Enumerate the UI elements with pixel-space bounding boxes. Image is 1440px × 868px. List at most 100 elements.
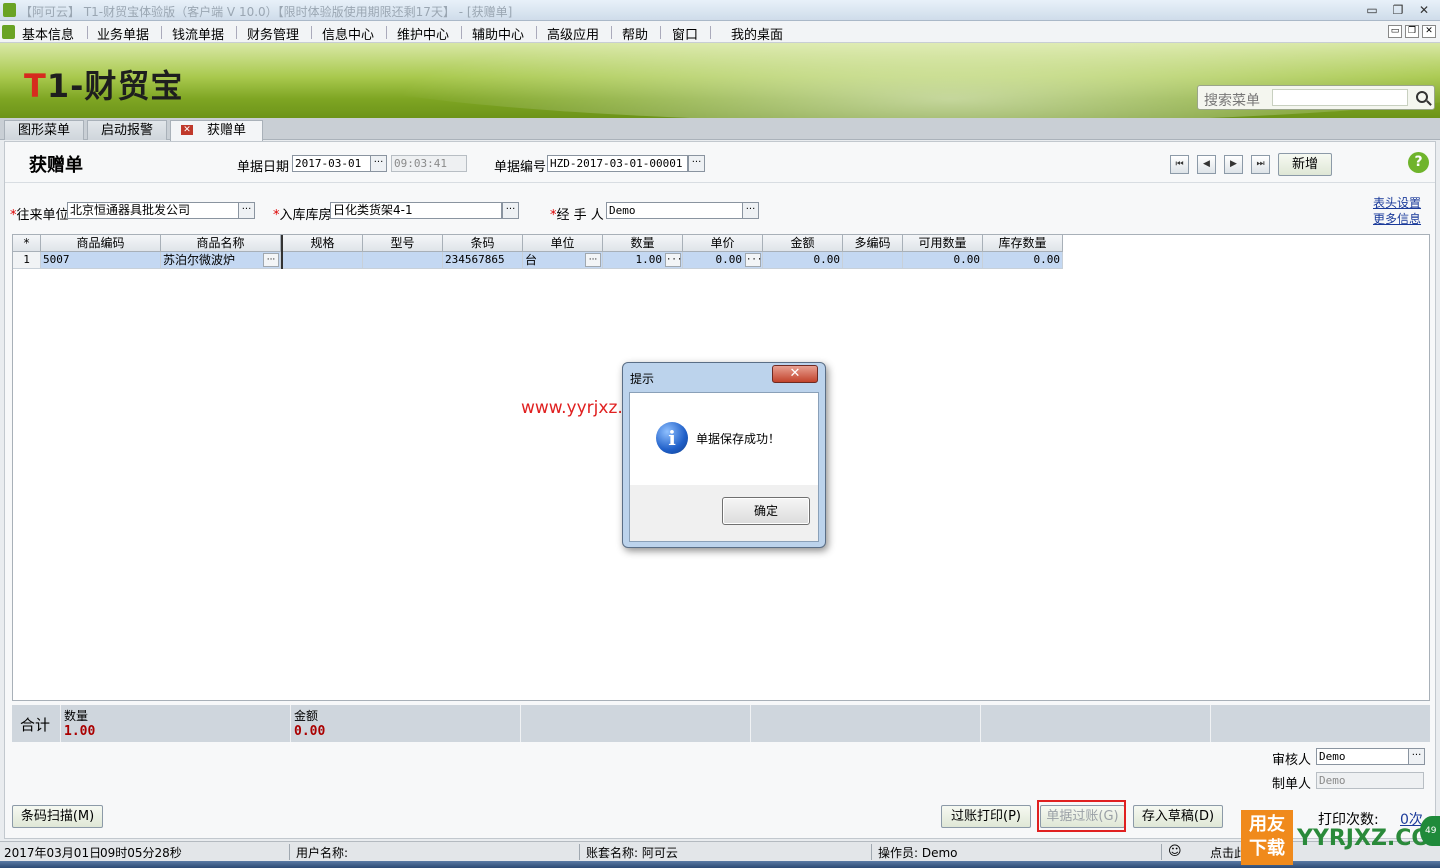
time-field: 09:03:41 [391, 155, 467, 172]
totals-empty-cell [981, 705, 1211, 742]
grid-corner: * [13, 235, 41, 252]
menu-cashflow-docs[interactable]: 钱流单据 [172, 24, 224, 43]
col-header-amount[interactable]: 金额 [763, 235, 843, 252]
status-account: 账套名称: 阿可云 [586, 846, 678, 860]
help-icon[interactable]: ? [1408, 152, 1429, 173]
post-print-button[interactable]: 过账打印(P) [941, 805, 1031, 828]
col-header-multi-code[interactable]: 多编码 [843, 235, 903, 252]
tab-gift-receipt[interactable]: ✕ 获赠单 [170, 120, 263, 141]
status-separator [871, 844, 872, 860]
cell-stock[interactable]: 0.00 [983, 252, 1063, 269]
menu-separator [611, 26, 612, 39]
status-separator [289, 844, 290, 860]
cell-picker-button[interactable]: ··· [745, 253, 762, 267]
warehouse-field[interactable]: 日化类货架4-1 [330, 202, 502, 219]
close-button[interactable]: ✕ [1414, 2, 1434, 18]
cell-code[interactable]: 5007 [41, 252, 161, 269]
menu-info-center[interactable]: 信息中心 [322, 24, 374, 43]
col-header-code[interactable]: 商品编码 [41, 235, 161, 252]
cell-picker-button[interactable]: ··· [585, 253, 601, 267]
partner-picker-button[interactable]: ··· [238, 202, 255, 219]
menu-help[interactable]: 帮助 [622, 24, 648, 43]
save-draft-button[interactable]: 存入草稿(D) [1133, 805, 1223, 828]
col-header-available[interactable]: 可用数量 [903, 235, 983, 252]
info-icon: i [656, 422, 688, 454]
cell-picker-button[interactable]: ··· [263, 253, 279, 267]
menu-advanced[interactable]: 高级应用 [547, 24, 599, 43]
minimize-button[interactable]: ▭ [1362, 2, 1382, 18]
window-title: 【阿可云】 T1-财贸宝体验版（客户端 V 10.0）【限时体验版使用期限还剩1… [20, 5, 513, 19]
menu-finance[interactable]: 财务管理 [247, 24, 299, 43]
cell-barcode[interactable]: 234567865 [443, 252, 523, 269]
os-taskbar [0, 861, 1440, 868]
cell-unit[interactable]: 台 ··· [523, 252, 603, 269]
auditor-field[interactable]: Demo [1316, 748, 1409, 765]
warehouse-picker-button[interactable]: ··· [502, 202, 519, 219]
more-info-link[interactable]: 更多信息 [1373, 210, 1421, 227]
tab-graphic-menu[interactable]: 图形菜单 [4, 120, 84, 140]
col-header-stock[interactable]: 库存数量 [983, 235, 1063, 252]
menu-maintenance[interactable]: 维护中心 [397, 24, 449, 43]
first-record-icon[interactable]: ⏮ [1170, 155, 1189, 174]
tab-startup-alarm[interactable]: 启动报警 [87, 120, 167, 140]
cell-amount[interactable]: 0.00 [763, 252, 843, 269]
col-header-barcode[interactable]: 条码 [443, 235, 523, 252]
menu-business-docs[interactable]: 业务单据 [97, 24, 149, 43]
mdi-close-button[interactable]: ✕ [1422, 25, 1436, 38]
cell-multi-code[interactable] [843, 252, 903, 269]
dialog-close-button[interactable]: ✕ [772, 365, 818, 383]
last-record-icon[interactable]: ⏭ [1251, 155, 1270, 174]
menubar: 基本信息 业务单据 钱流单据 财务管理 信息中心 维护中心 辅助中心 高级应用 … [0, 21, 1440, 43]
handler-picker-button[interactable]: ··· [742, 202, 759, 219]
col-header-spec[interactable]: 规格 [283, 235, 363, 252]
partner-field[interactable]: 北京恒通器具批发公司 [67, 202, 239, 219]
doc-number-field[interactable]: HZD-2017-03-01-00001 [547, 155, 688, 172]
col-header-qty[interactable]: 数量 [603, 235, 683, 252]
total-qty-label: 数量 [64, 709, 89, 723]
tab-bar: 图形菜单 启动报警 ✕ 获赠单 [0, 118, 1440, 141]
totals-empty-cell [521, 705, 751, 742]
cell-available[interactable]: 0.00 [903, 252, 983, 269]
barcode-scan-button[interactable]: 条码扫描(M) [12, 805, 103, 828]
search-icon[interactable] [1416, 91, 1428, 103]
menu-window[interactable]: 窗口 [672, 24, 698, 43]
col-header-name[interactable]: 商品名称 [161, 235, 281, 252]
new-button[interactable]: 新增 [1278, 153, 1332, 176]
dialog-message: 单据保存成功！ [696, 432, 781, 446]
mdi-minimize-button[interactable]: ▭ [1388, 25, 1402, 38]
cell-name[interactable]: 苏泊尔微波炉 ··· [161, 252, 281, 269]
window-titlebar: 【阿可云】 T1-财贸宝体验版（客户端 V 10.0）【限时体验版使用期限还剩1… [0, 0, 1440, 21]
prompt-dialog: 提示 ✕ i 单据保存成功！ 确定 [622, 362, 826, 548]
restore-button[interactable]: ❐ [1388, 2, 1408, 18]
doc-number-button[interactable]: ··· [688, 155, 705, 172]
header-settings-link[interactable]: 表头设置 [1373, 194, 1421, 211]
col-header-model[interactable]: 型号 [363, 235, 443, 252]
mdi-restore-button[interactable]: ❐ [1405, 25, 1419, 38]
highlight-box [1037, 800, 1126, 832]
total-amount-cell: 金额 0.00 [291, 705, 521, 742]
cell-spec[interactable] [283, 252, 363, 269]
auditor-picker-button[interactable]: ··· [1408, 748, 1425, 765]
status-user: 用户名称: [296, 846, 349, 860]
date-picker-button[interactable]: ··· [370, 155, 387, 172]
menu-basic-info[interactable]: 基本信息 [22, 24, 74, 43]
tab-close-icon[interactable]: ✕ [181, 125, 193, 135]
total-amount-label: 金额 [294, 709, 319, 723]
prev-record-icon[interactable]: ◀ [1197, 155, 1216, 174]
menu-auxiliary[interactable]: 辅助中心 [472, 24, 524, 43]
cell-picker-button[interactable]: ··· [665, 253, 682, 267]
number-label: 单据编号 [494, 160, 547, 175]
search-input[interactable] [1272, 89, 1408, 106]
menu-my-desktop[interactable]: 我的桌面 [731, 24, 783, 43]
cell-price[interactable]: 0.00 ··· [683, 252, 763, 269]
dialog-ok-button[interactable]: 确定 [722, 497, 810, 525]
next-record-icon[interactable]: ▶ [1224, 155, 1243, 174]
col-header-unit[interactable]: 单位 [523, 235, 603, 252]
menu-separator [536, 26, 537, 39]
handler-field[interactable]: Demo [606, 202, 743, 219]
cell-qty[interactable]: 1.00 ··· [603, 252, 683, 269]
col-header-price[interactable]: 单价 [683, 235, 763, 252]
auditor-label: 审核人 [1272, 753, 1312, 768]
cell-model[interactable] [363, 252, 443, 269]
date-field[interactable]: 2017-03-01 [292, 155, 372, 172]
